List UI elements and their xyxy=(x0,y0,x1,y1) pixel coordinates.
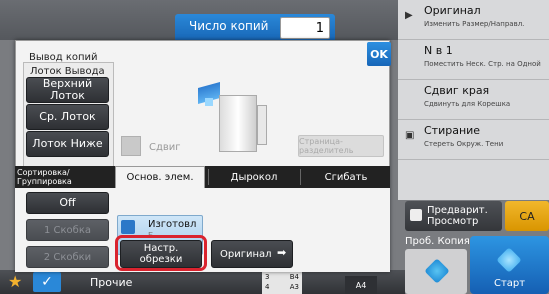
right-panel-item-n-in-1[interactable]: N в 1 Поместить Неск. Стр. на Одной xyxy=(398,40,549,80)
tray-size: A3 xyxy=(289,283,299,291)
start-label: Старт xyxy=(494,278,526,289)
tray-info: 3 B4 4 A3 xyxy=(262,272,302,294)
right-panel-item-original[interactable]: ▶ Оригинал Изменить Размер/Направл. xyxy=(398,0,549,40)
tab-divider xyxy=(208,169,209,185)
proof-copy-label: Проб. Копия xyxy=(405,236,470,247)
copies-input[interactable]: 1 xyxy=(280,17,330,39)
paper-size-badge: A4 xyxy=(345,276,377,294)
original-button-label: Оригинал xyxy=(220,248,272,260)
staple-2-button[interactable]: 2 Скобки xyxy=(26,246,109,268)
tray-size: B4 xyxy=(289,273,299,281)
tray-group-label: Лоток Вывода xyxy=(30,66,105,77)
separator-page-button[interactable]: Страница-разделитель xyxy=(298,135,384,157)
printer-paper-icon xyxy=(205,98,213,106)
tab-basic[interactable]: Основ. элем. xyxy=(115,166,205,188)
copy-icon: ▣ xyxy=(405,130,415,141)
tab-divider xyxy=(300,169,301,185)
booklet-maker-label: Изготовл xyxy=(148,219,197,230)
right-panel-item-title: Стирание xyxy=(424,124,481,137)
right-panel: ▶ Оригинал Изменить Размер/Направл. N в … xyxy=(398,0,549,200)
booklet-icon xyxy=(121,220,135,234)
right-panel-item-sub: Сдвинуть для Корешка xyxy=(424,100,511,108)
right-panel-item-sub: Изменить Размер/Направл. xyxy=(424,20,525,28)
tab-sort-group[interactable]: Сортировка/Группировка xyxy=(17,166,113,188)
right-panel-item-sub: Поместить Неск. Стр. на Одной xyxy=(424,60,541,68)
right-panel-item-title: Сдвиг края xyxy=(424,84,490,97)
other-button[interactable]: Прочие xyxy=(90,276,132,289)
printer-icon xyxy=(219,95,257,152)
highlight-frame xyxy=(115,235,207,271)
ca-button[interactable]: CA xyxy=(505,201,549,231)
upper-tray-button[interactable]: Верхний Лоток xyxy=(26,77,109,103)
tab-punch[interactable]: Дырокол xyxy=(210,166,298,188)
preview-icon xyxy=(410,209,422,221)
check-icon[interactable]: ✓ xyxy=(33,272,61,292)
right-panel-item-sub: Стереть Окруж. Тени xyxy=(424,140,504,148)
right-panel-item-margin-shift[interactable]: Сдвиг края Сдвинуть для Корешка xyxy=(398,80,549,120)
right-panel-item-title: Оригинал xyxy=(424,4,481,17)
tab-fold[interactable]: Сгибать xyxy=(302,166,390,188)
printer-side-icon xyxy=(257,105,267,145)
lower-tray-button[interactable]: Лоток Ниже xyxy=(26,131,109,157)
staple-1-button[interactable]: 1 Скобка xyxy=(26,219,109,241)
off-button[interactable]: Off xyxy=(26,192,109,214)
copies-label: Число копий xyxy=(189,19,269,33)
star-icon[interactable]: ★ xyxy=(8,272,22,291)
tray-number: 3 xyxy=(265,273,270,281)
middle-tray-button[interactable]: Ср. Лоток xyxy=(26,104,109,130)
ok-button[interactable]: OK xyxy=(367,42,391,66)
right-panel-item-erase[interactable]: ▣ Стирание Стереть Окруж. Тени xyxy=(398,120,549,160)
arrow-right-icon: ▶ xyxy=(405,10,413,21)
shift-checkbox[interactable] xyxy=(121,136,141,156)
arrow-right-icon: ➡ xyxy=(277,246,287,259)
tray-number: 4 xyxy=(265,283,270,291)
right-panel-item-title: N в 1 xyxy=(424,44,453,57)
shift-label: Сдвиг xyxy=(149,142,181,153)
